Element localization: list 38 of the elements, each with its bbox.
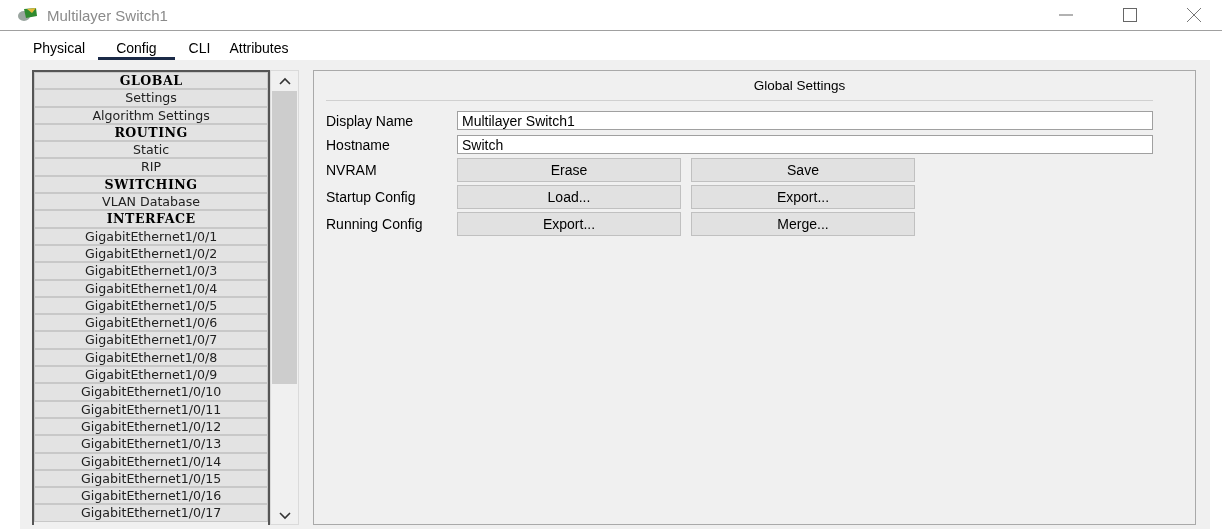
close-icon[interactable] (1186, 7, 1202, 23)
action-button[interactable]: Export... (691, 185, 915, 209)
sidebar-item[interactable]: GigabitEthernet1/0/9 (34, 366, 269, 384)
sidebar-item[interactable]: Settings (34, 89, 269, 107)
section-header: GLOBAL (34, 72, 269, 90)
action-button[interactable]: Erase (457, 158, 681, 182)
sidebar-item[interactable]: RIP (34, 158, 269, 176)
sidebar-item[interactable]: GigabitEthernet1/0/17 (34, 504, 269, 522)
sidebar-item[interactable]: GigabitEthernet1/0/10 (34, 383, 269, 401)
action-button[interactable]: Merge... (691, 212, 915, 236)
tab[interactable]: CLI (178, 40, 220, 60)
maximize-icon[interactable] (1123, 8, 1137, 22)
action-button[interactable]: Load... (457, 185, 681, 209)
action-button[interactable]: Export... (457, 212, 681, 236)
text-field[interactable]: Multilayer Switch1 (457, 111, 1153, 130)
row-label: NVRAM (326, 162, 378, 178)
scroll-down-icon (278, 512, 291, 520)
scrollbar[interactable] (270, 70, 299, 525)
tab[interactable]: Physical (23, 40, 95, 60)
tab[interactable]: Attributes (219, 40, 298, 60)
sidebar-item[interactable]: GigabitEthernet1/0/7 (34, 331, 269, 349)
section-header: INTERFACE (34, 210, 269, 228)
sidebar-item[interactable]: VLAN Database (34, 193, 269, 211)
scroll-up-icon (278, 77, 291, 85)
sidebar-item[interactable]: GigabitEthernet1/0/16 (34, 487, 269, 505)
action-button[interactable]: Save (691, 158, 915, 182)
app-icon (17, 6, 39, 24)
row-label: Running Config (326, 216, 424, 232)
field-label: Hostname (326, 136, 391, 153)
window-title: Multilayer Switch1 (47, 6, 169, 24)
sidebar-item[interactable]: Static (34, 141, 269, 159)
sidebar-item[interactable]: GigabitEthernet1/0/13 (34, 435, 269, 453)
row-label: Startup Config (326, 189, 417, 205)
text-field[interactable]: Switch (457, 135, 1153, 154)
sidebar-item[interactable]: GigabitEthernet1/0/6 (34, 314, 269, 332)
field-label: Display Name (326, 112, 415, 129)
sidebar-item[interactable]: GigabitEthernet1/0/3 (34, 262, 269, 280)
panel-title: Global Settings (326, 71, 1153, 101)
